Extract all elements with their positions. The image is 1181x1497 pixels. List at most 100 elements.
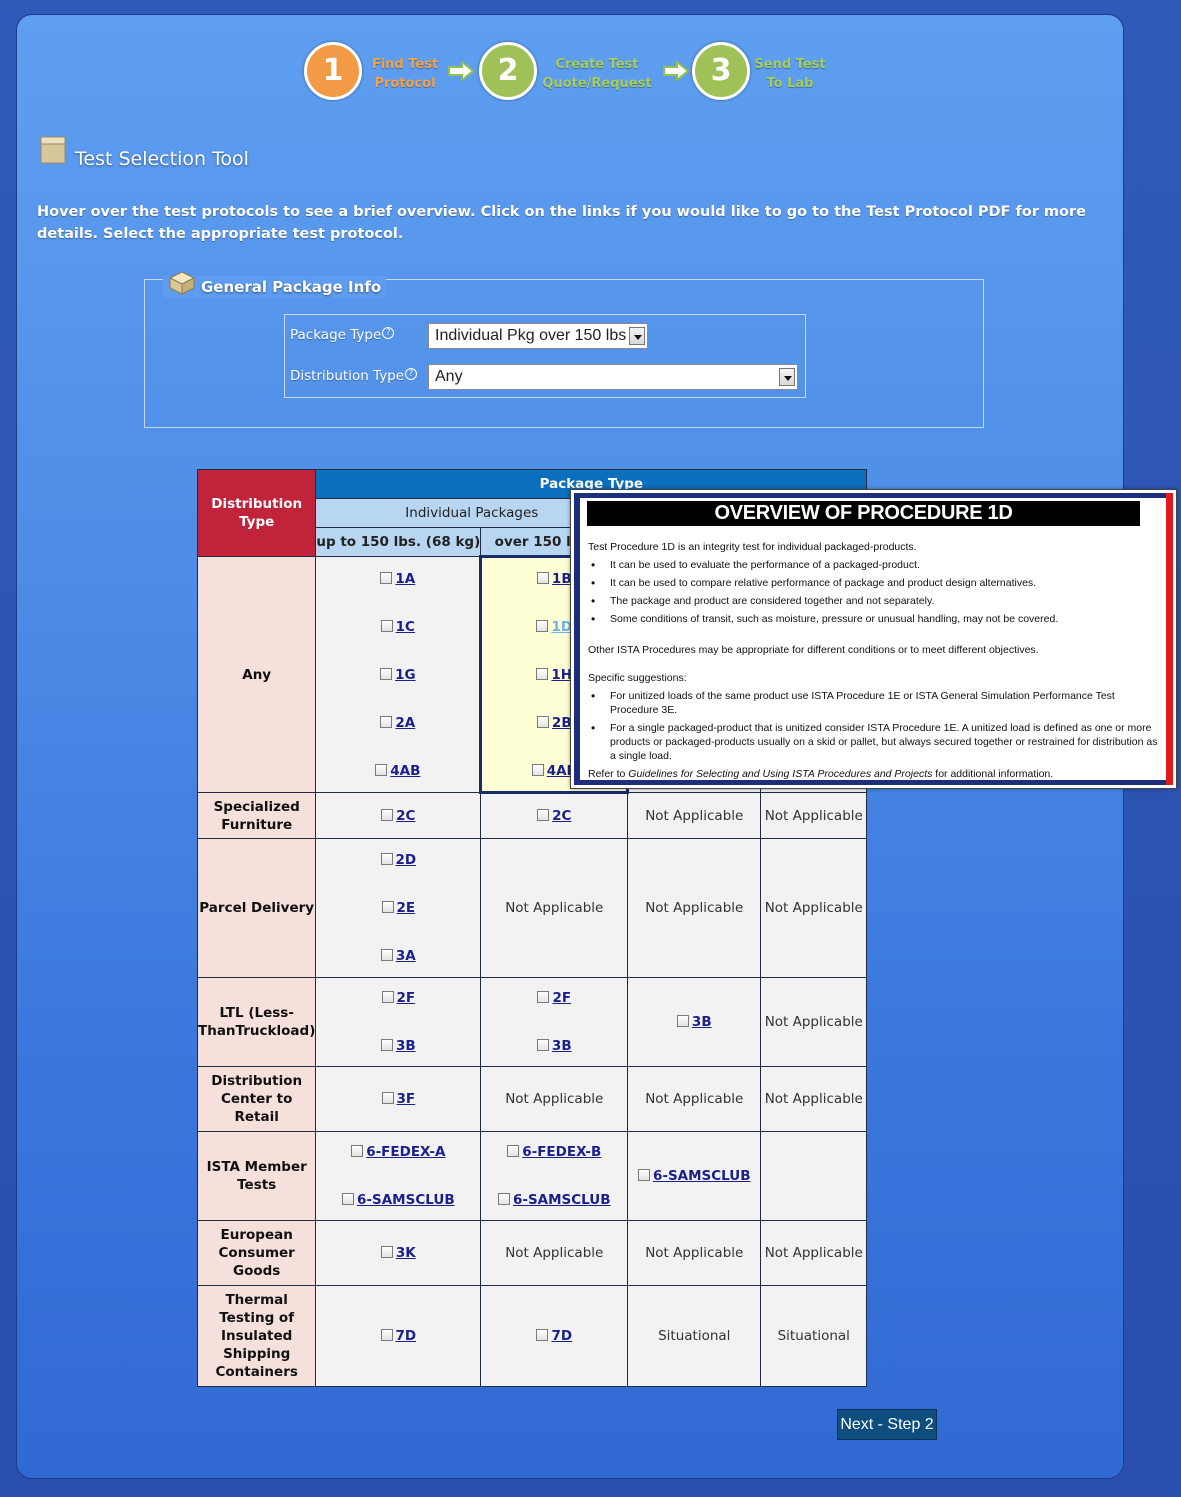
- protocol-link[interactable]: 1A: [395, 571, 415, 587]
- not-applicable: Not Applicable: [760, 792, 868, 839]
- overview-intro: Test Procedure 1D is an integrity test f…: [588, 541, 917, 553]
- overview-bullet: Some conditions of transit, such as mois…: [588, 612, 1163, 626]
- protocol-link[interactable]: 6-FEDEX-B: [522, 1144, 601, 1160]
- protocol-checkbox[interactable]: [380, 1246, 393, 1258]
- protocol-checkbox[interactable]: [380, 571, 393, 584]
- situational: Situational: [760, 1285, 868, 1387]
- protocol-checkbox[interactable]: [380, 853, 393, 865]
- protocol-link[interactable]: 6-SAMSCLUB: [513, 1192, 611, 1208]
- not-applicable: Not Applicable: [760, 1066, 868, 1132]
- step-3-label: Send Test To Lab: [754, 57, 826, 91]
- protocol-checkbox[interactable]: [381, 991, 394, 1003]
- protocol-link[interactable]: 2F: [397, 990, 416, 1006]
- protocol-link[interactable]: 6-FEDEX-A: [366, 1144, 445, 1160]
- help-icon[interactable]: ?: [405, 368, 418, 380]
- protocol-link[interactable]: 2C: [552, 808, 571, 824]
- protocol-checkbox[interactable]: [537, 809, 550, 821]
- cell-ltl-col3: 3B: [627, 977, 762, 1067]
- protocol-checkbox[interactable]: [536, 619, 549, 632]
- protocol-link[interactable]: 6-SAMSCLUB: [653, 1168, 751, 1184]
- not-applicable: Not Applicable: [480, 1066, 629, 1132]
- protocol-checkbox[interactable]: [380, 949, 393, 961]
- protocol-link[interactable]: 6-SAMSCLUB: [357, 1192, 455, 1208]
- protocol-link[interactable]: 2E: [397, 900, 416, 916]
- row-label-furniture: Specialized Furniture: [196, 792, 317, 839]
- protocol-link[interactable]: 2D: [396, 852, 417, 868]
- protocol-link[interactable]: 3A: [396, 948, 416, 964]
- not-applicable: Not Applicable: [627, 792, 762, 839]
- protocol-link[interactable]: 7D: [396, 1328, 417, 1344]
- protocol-checkbox[interactable]: [536, 667, 549, 680]
- protocol-link[interactable]: 1C: [396, 619, 415, 635]
- protocol-checkbox[interactable]: [381, 808, 394, 821]
- help-icon[interactable]: ?: [382, 327, 395, 339]
- cell-furniture-over-150: 2C: [480, 792, 629, 839]
- protocol-checkbox[interactable]: [380, 1039, 393, 1051]
- overview-bullet: It can be used to compare relative perfo…: [588, 576, 1163, 590]
- instructions-text: Hover over the test protocols to see a b…: [37, 204, 1086, 242]
- cell-dc-under-150: 3F: [315, 1066, 482, 1132]
- protocol-checkbox[interactable]: [342, 1193, 354, 1205]
- protocol-checkbox[interactable]: [375, 763, 388, 776]
- protocol-link[interactable]: 1G: [395, 667, 415, 683]
- tooltip-frame: [1166, 493, 1173, 785]
- page-title: Test Selection Tool: [75, 148, 249, 170]
- protocol-link[interactable]: 1B: [552, 571, 572, 587]
- row-label-any: Any: [196, 556, 317, 793]
- protocol-checkbox[interactable]: [536, 715, 549, 728]
- protocol-link[interactable]: 2B: [552, 715, 572, 731]
- arrow-right-icon: [663, 61, 690, 81]
- weight-header-up-to-150: up to 150 lbs. (68 kg): [315, 527, 482, 557]
- protocol-checkbox[interactable]: [507, 1145, 520, 1157]
- protocol-checkbox[interactable]: [380, 667, 393, 680]
- protocol-link[interactable]: 7D: [551, 1328, 572, 1344]
- not-applicable: Not Applicable: [480, 1220, 629, 1286]
- protocol-link[interactable]: 2C: [396, 808, 415, 824]
- protocol-checkbox[interactable]: [497, 1193, 510, 1205]
- protocol-link[interactable]: 3K: [396, 1245, 416, 1261]
- package-icon: [168, 271, 196, 295]
- chevron-down-icon[interactable]: [629, 327, 645, 345]
- protocol-checkbox[interactable]: [351, 1145, 364, 1157]
- protocol-checkbox[interactable]: [676, 1015, 689, 1027]
- not-applicable: Not Applicable: [760, 977, 868, 1067]
- row-label-european: European Consumer Goods: [196, 1220, 317, 1286]
- package-type-label: Package Type?: [290, 327, 395, 343]
- protocol-link[interactable]: 1H: [551, 667, 572, 683]
- protocol-checkbox[interactable]: [380, 715, 393, 728]
- row-label-thermal: Thermal Testing of Insulated Shipping Co…: [196, 1285, 317, 1387]
- not-applicable: Not Applicable: [480, 838, 629, 978]
- protocol-link[interactable]: 4AB: [390, 763, 420, 779]
- protocol-link-hovered[interactable]: 1D: [551, 619, 572, 635]
- cell-ltl-under-150: 2F 3B: [315, 977, 482, 1067]
- protocol-checkbox[interactable]: [536, 1039, 549, 1051]
- protocol-link[interactable]: 3B: [396, 1038, 416, 1054]
- protocol-checkbox[interactable]: [537, 991, 550, 1003]
- protocol-checkbox[interactable]: [381, 901, 394, 913]
- step-2-label: Create Test Quote/Request: [542, 57, 652, 91]
- protocol-checkbox[interactable]: [536, 571, 549, 584]
- overview-title: OVERVIEW OF PROCEDURE 1D: [587, 501, 1140, 526]
- cell-ltl-over-150: 2F 3B: [480, 977, 629, 1067]
- cell-ista-col4: [760, 1131, 868, 1221]
- not-applicable: Not Applicable: [627, 1066, 762, 1132]
- chevron-down-icon[interactable]: [779, 368, 795, 386]
- protocol-checkbox[interactable]: [380, 1329, 393, 1341]
- protocol-checkbox[interactable]: [531, 763, 544, 776]
- protocol-link[interactable]: 3F: [397, 1091, 416, 1107]
- protocol-link[interactable]: 2A: [395, 715, 415, 731]
- next-step-button[interactable]: Next - Step 2: [837, 1409, 937, 1440]
- cell-ista-over-150: 6-FEDEX-B 6-SAMSCLUB: [480, 1131, 629, 1221]
- protocol-link[interactable]: 3B: [552, 1038, 572, 1054]
- protocol-link[interactable]: 2F: [552, 990, 571, 1006]
- cell-euro-under-150: 3K: [315, 1220, 482, 1286]
- protocol-checkbox[interactable]: [381, 1092, 394, 1104]
- distribution-type-select[interactable]: Any: [428, 364, 798, 390]
- protocol-link[interactable]: 3B: [692, 1014, 712, 1030]
- protocol-checkbox[interactable]: [380, 619, 393, 632]
- cell-parcel-under-150: 2D 2E 3A: [315, 838, 482, 978]
- package-type-select[interactable]: Individual Pkg over 150 lbs: [428, 323, 648, 349]
- protocol-checkbox[interactable]: [637, 1169, 650, 1181]
- overview-suggestions: For unitized loads of the same product u…: [588, 689, 1163, 763]
- protocol-checkbox[interactable]: [536, 1329, 549, 1341]
